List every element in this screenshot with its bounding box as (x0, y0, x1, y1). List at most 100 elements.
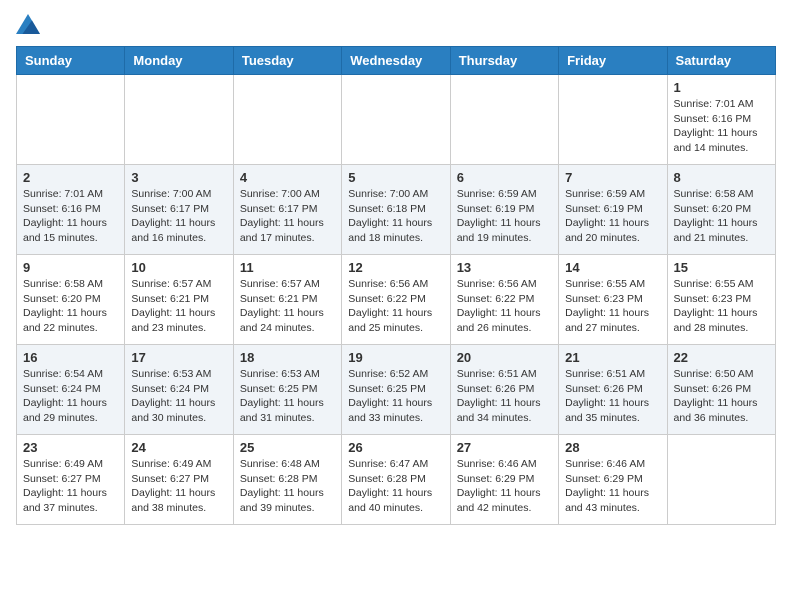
day-number: 22 (674, 350, 769, 365)
day-number: 6 (457, 170, 552, 185)
day-info: Sunrise: 6:59 AM Sunset: 6:19 PM Dayligh… (565, 187, 660, 246)
day-info: Sunrise: 6:56 AM Sunset: 6:22 PM Dayligh… (457, 277, 552, 336)
day-number: 19 (348, 350, 443, 365)
calendar-cell: 7 Sunrise: 6:59 AM Sunset: 6:19 PM Daylig… (559, 165, 667, 255)
day-number: 1 (674, 80, 769, 95)
day-number: 3 (131, 170, 226, 185)
day-info: Sunrise: 6:47 AM Sunset: 6:28 PM Dayligh… (348, 457, 443, 516)
day-number: 4 (240, 170, 335, 185)
calendar-cell (125, 75, 233, 165)
calendar-cell: 13 Sunrise: 6:56 AM Sunset: 6:22 PM Dayli… (450, 255, 558, 345)
day-info: Sunrise: 7:00 AM Sunset: 6:17 PM Dayligh… (131, 187, 226, 246)
day-number: 14 (565, 260, 660, 275)
day-number: 23 (23, 440, 118, 455)
calendar-week-3: 9 Sunrise: 6:58 AM Sunset: 6:20 PM Daylig… (17, 255, 776, 345)
day-number: 5 (348, 170, 443, 185)
calendar-cell: 2 Sunrise: 7:01 AM Sunset: 6:16 PM Daylig… (17, 165, 125, 255)
day-info: Sunrise: 6:50 AM Sunset: 6:26 PM Dayligh… (674, 367, 769, 426)
calendar-week-2: 2 Sunrise: 7:01 AM Sunset: 6:16 PM Daylig… (17, 165, 776, 255)
calendar-cell: 24 Sunrise: 6:49 AM Sunset: 6:27 PM Dayli… (125, 435, 233, 525)
calendar-cell: 17 Sunrise: 6:53 AM Sunset: 6:24 PM Dayli… (125, 345, 233, 435)
weekday-header-friday: Friday (559, 47, 667, 75)
weekday-header-wednesday: Wednesday (342, 47, 450, 75)
calendar-cell: 25 Sunrise: 6:48 AM Sunset: 6:28 PM Dayli… (233, 435, 341, 525)
calendar-week-5: 23 Sunrise: 6:49 AM Sunset: 6:27 PM Dayli… (17, 435, 776, 525)
weekday-header-thursday: Thursday (450, 47, 558, 75)
calendar-week-4: 16 Sunrise: 6:54 AM Sunset: 6:24 PM Dayli… (17, 345, 776, 435)
day-number: 10 (131, 260, 226, 275)
logo (16, 16, 44, 36)
day-number: 24 (131, 440, 226, 455)
calendar-header-row: SundayMondayTuesdayWednesdayThursdayFrid… (17, 47, 776, 75)
day-info: Sunrise: 6:49 AM Sunset: 6:27 PM Dayligh… (131, 457, 226, 516)
calendar-week-1: 1 Sunrise: 7:01 AM Sunset: 6:16 PM Daylig… (17, 75, 776, 165)
day-number: 27 (457, 440, 552, 455)
calendar-cell: 22 Sunrise: 6:50 AM Sunset: 6:26 PM Dayli… (667, 345, 775, 435)
calendar-table: SundayMondayTuesdayWednesdayThursdayFrid… (16, 46, 776, 525)
calendar-cell: 23 Sunrise: 6:49 AM Sunset: 6:27 PM Dayli… (17, 435, 125, 525)
day-number: 7 (565, 170, 660, 185)
calendar-cell: 4 Sunrise: 7:00 AM Sunset: 6:17 PM Daylig… (233, 165, 341, 255)
calendar-cell (342, 75, 450, 165)
day-number: 15 (674, 260, 769, 275)
calendar-cell: 9 Sunrise: 6:58 AM Sunset: 6:20 PM Daylig… (17, 255, 125, 345)
calendar-cell: 26 Sunrise: 6:47 AM Sunset: 6:28 PM Dayli… (342, 435, 450, 525)
calendar-cell: 6 Sunrise: 6:59 AM Sunset: 6:19 PM Daylig… (450, 165, 558, 255)
day-info: Sunrise: 7:00 AM Sunset: 6:17 PM Dayligh… (240, 187, 335, 246)
day-number: 21 (565, 350, 660, 365)
day-info: Sunrise: 6:52 AM Sunset: 6:25 PM Dayligh… (348, 367, 443, 426)
day-info: Sunrise: 6:59 AM Sunset: 6:19 PM Dayligh… (457, 187, 552, 246)
day-info: Sunrise: 6:54 AM Sunset: 6:24 PM Dayligh… (23, 367, 118, 426)
calendar-cell: 3 Sunrise: 7:00 AM Sunset: 6:17 PM Daylig… (125, 165, 233, 255)
day-info: Sunrise: 6:53 AM Sunset: 6:24 PM Dayligh… (131, 367, 226, 426)
weekday-header-tuesday: Tuesday (233, 47, 341, 75)
day-number: 26 (348, 440, 443, 455)
weekday-header-saturday: Saturday (667, 47, 775, 75)
calendar-cell: 16 Sunrise: 6:54 AM Sunset: 6:24 PM Dayli… (17, 345, 125, 435)
weekday-header-sunday: Sunday (17, 47, 125, 75)
weekday-header-monday: Monday (125, 47, 233, 75)
calendar-cell: 1 Sunrise: 7:01 AM Sunset: 6:16 PM Daylig… (667, 75, 775, 165)
day-number: 2 (23, 170, 118, 185)
day-info: Sunrise: 6:49 AM Sunset: 6:27 PM Dayligh… (23, 457, 118, 516)
day-number: 12 (348, 260, 443, 275)
day-info: Sunrise: 6:55 AM Sunset: 6:23 PM Dayligh… (674, 277, 769, 336)
calendar-cell: 11 Sunrise: 6:57 AM Sunset: 6:21 PM Dayli… (233, 255, 341, 345)
calendar-cell: 28 Sunrise: 6:46 AM Sunset: 6:29 PM Dayli… (559, 435, 667, 525)
day-number: 11 (240, 260, 335, 275)
day-info: Sunrise: 6:48 AM Sunset: 6:28 PM Dayligh… (240, 457, 335, 516)
day-number: 17 (131, 350, 226, 365)
calendar-cell: 19 Sunrise: 6:52 AM Sunset: 6:25 PM Dayli… (342, 345, 450, 435)
day-number: 13 (457, 260, 552, 275)
day-info: Sunrise: 6:58 AM Sunset: 6:20 PM Dayligh… (23, 277, 118, 336)
day-number: 8 (674, 170, 769, 185)
calendar-cell (559, 75, 667, 165)
day-number: 28 (565, 440, 660, 455)
day-number: 16 (23, 350, 118, 365)
day-info: Sunrise: 6:51 AM Sunset: 6:26 PM Dayligh… (457, 367, 552, 426)
calendar-cell: 14Sunrise: 6:55 AM Sunset: 6:23 PM Dayli… (559, 255, 667, 345)
calendar-cell: 18Sunrise: 6:53 AM Sunset: 6:25 PM Dayli… (233, 345, 341, 435)
page-header (16, 16, 776, 36)
calendar-cell (233, 75, 341, 165)
day-info: Sunrise: 6:57 AM Sunset: 6:21 PM Dayligh… (240, 277, 335, 336)
calendar-cell (17, 75, 125, 165)
day-info: Sunrise: 6:58 AM Sunset: 6:20 PM Dayligh… (674, 187, 769, 246)
day-info: Sunrise: 6:56 AM Sunset: 6:22 PM Dayligh… (348, 277, 443, 336)
day-info: Sunrise: 7:01 AM Sunset: 6:16 PM Dayligh… (23, 187, 118, 246)
day-number: 18 (240, 350, 335, 365)
calendar-cell: 27Sunrise: 6:46 AM Sunset: 6:29 PM Dayli… (450, 435, 558, 525)
calendar-cell: 5 Sunrise: 7:00 AM Sunset: 6:18 PM Daylig… (342, 165, 450, 255)
day-info: Sunrise: 7:00 AM Sunset: 6:18 PM Dayligh… (348, 187, 443, 246)
calendar-cell: 20Sunrise: 6:51 AM Sunset: 6:26 PM Dayli… (450, 345, 558, 435)
calendar-cell (667, 435, 775, 525)
day-info: Sunrise: 6:57 AM Sunset: 6:21 PM Dayligh… (131, 277, 226, 336)
calendar-cell: 10 Sunrise: 6:57 AM Sunset: 6:21 PM Dayli… (125, 255, 233, 345)
day-number: 9 (23, 260, 118, 275)
day-info: Sunrise: 6:46 AM Sunset: 6:29 PM Dayligh… (565, 457, 660, 516)
day-info: Sunrise: 7:01 AM Sunset: 6:16 PM Dayligh… (674, 97, 769, 156)
day-info: Sunrise: 6:51 AM Sunset: 6:26 PM Dayligh… (565, 367, 660, 426)
calendar-cell (450, 75, 558, 165)
day-number: 25 (240, 440, 335, 455)
calendar-cell: 12 Sunrise: 6:56 AM Sunset: 6:22 PM Dayli… (342, 255, 450, 345)
